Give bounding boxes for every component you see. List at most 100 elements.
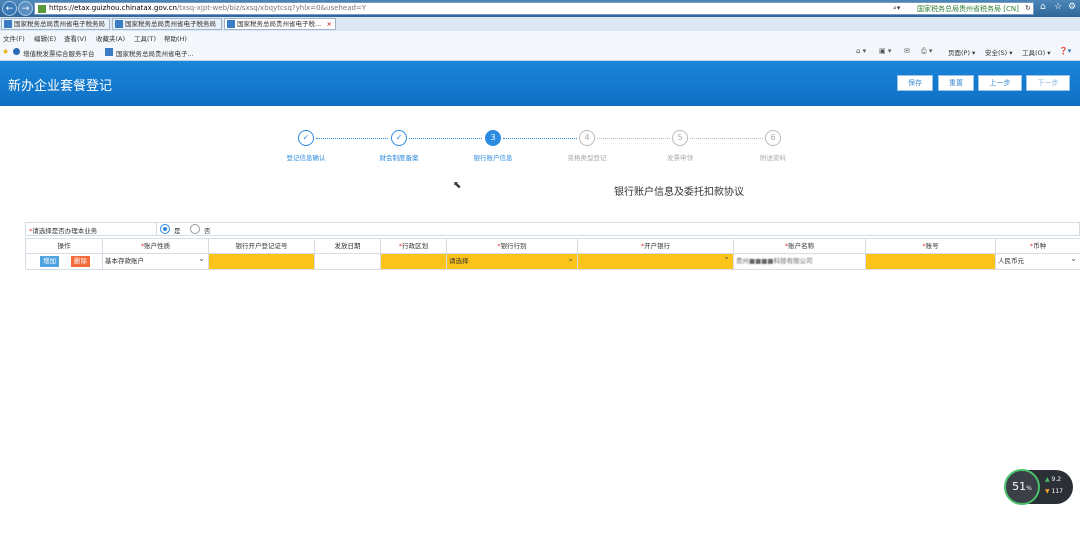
tab-1[interactable]: 国家税务总局贵州省电子税务局	[1, 18, 110, 30]
step-3-label: 银行账户信息	[473, 154, 513, 162]
radio-no-label: 否	[204, 227, 211, 235]
step-connector	[597, 138, 670, 139]
favorite-link-2[interactable]: 国家税务总局贵州省电子...	[116, 48, 194, 58]
opening-bank-select[interactable]	[578, 254, 734, 270]
section-title: 银行账户信息及委托扣款协议	[614, 187, 744, 198]
radio-yes[interactable]	[160, 224, 170, 234]
toolbar-safety[interactable]: 安全(S) ▾	[985, 47, 1013, 57]
step-2-label: 财会制度备案	[379, 154, 419, 162]
step-connector	[690, 138, 763, 139]
step-3-circle: 3	[485, 130, 501, 146]
mouse-cursor-icon: ⬉	[453, 180, 462, 191]
search-icon[interactable]: ⌕▾	[893, 4, 900, 13]
toolbar-tools[interactable]: 工具(O) ▾	[1022, 47, 1051, 57]
reset-button[interactable]: 重置	[938, 75, 974, 91]
refresh-icon[interactable]: ↻	[1025, 4, 1031, 12]
account-name-value: 贵州■■■■科技有限公司	[736, 257, 813, 265]
question-row: 请选择是否办理本业务 是 否	[25, 222, 1080, 236]
tax-site-icon	[105, 48, 113, 56]
tax-site-icon	[227, 20, 235, 28]
menu-favorites[interactable]: 收藏夹(A)	[96, 33, 125, 43]
invoice-platform-icon	[13, 48, 20, 55]
menu-help[interactable]: 帮助(H)	[164, 33, 187, 43]
step-1-check-icon: ✓	[298, 130, 314, 146]
col-header-opening-bank: 开户银行	[578, 239, 734, 254]
step-progress: ✓ ✓ 3 4 5 6 登记信息确认 财会制度备案 银行账户信息 资格类型登记 …	[0, 128, 1080, 168]
step-1-label: 登记信息确认	[286, 154, 326, 162]
page-icon	[38, 5, 46, 13]
site-identity[interactable]: 国家税务总局贵州省税务局 [CN]	[917, 4, 1019, 14]
settings-gear-icon[interactable]: ⚙	[1068, 2, 1076, 12]
help-icon[interactable]: ❓▾	[1059, 47, 1071, 55]
radio-no[interactable]	[190, 224, 200, 234]
page-title: 新办企业套餐登记	[8, 79, 113, 94]
url-input[interactable]: https://etax.guizhou.chinatax.gov.cn/txs…	[34, 2, 1034, 15]
tax-site-icon	[115, 20, 123, 28]
favorites-bar: ★ 增值税发票综合服务平台 国家税务总局贵州省电子... ⌂ ▾ ▣ ▾ ✉ ⎙…	[0, 44, 1080, 61]
save-button[interactable]: 保存	[897, 75, 933, 91]
memory-usage-circle[interactable]: 51%	[1004, 469, 1040, 505]
account-type-select[interactable]: 基本存款账户	[103, 254, 209, 270]
account-name-field[interactable]: 贵州■■■■科技有限公司	[734, 254, 866, 270]
currency-select[interactable]: 人民币元	[996, 254, 1080, 270]
bank-permit-no-input[interactable]	[209, 254, 315, 270]
forward-icon[interactable]: →	[18, 1, 33, 16]
issue-date-input[interactable]	[315, 254, 381, 270]
tab-3-active[interactable]: 国家税务总局贵州省电子税... ×	[224, 18, 336, 30]
menu-file[interactable]: 文件(F)	[3, 33, 25, 43]
col-header-issue-date: 发放日期	[315, 239, 381, 254]
favorites-star-icon[interactable]: ★	[2, 47, 9, 56]
add-row-button[interactable]: 增加	[40, 256, 59, 267]
menu-edit[interactable]: 编辑(E)	[34, 33, 56, 43]
close-tab-icon[interactable]: ×	[327, 19, 332, 29]
step-connector	[503, 138, 577, 139]
favorites-star-icon[interactable]: ☆	[1054, 2, 1062, 12]
home-icon[interactable]: ⌂	[1040, 2, 1046, 12]
menu-bar: 文件(F) 编辑(E) 查看(V) 收藏夹(A) 工具(T) 帮助(H)	[0, 31, 1080, 44]
step-connector	[409, 138, 482, 139]
region-input[interactable]	[381, 254, 447, 270]
toolbar-page[interactable]: 页面(P) ▾	[948, 47, 975, 57]
favorite-link-1[interactable]: 增值税发票综合服务平台	[23, 48, 95, 58]
col-header-currency: 币种	[996, 239, 1080, 254]
browser-tabs: 国家税务总局贵州省电子税务局 国家税务总局贵州省电子税务局 国家税务总局贵州省电…	[0, 17, 1080, 32]
menu-view[interactable]: 查看(V)	[64, 33, 87, 43]
step-5-label: 发票申领	[667, 154, 693, 162]
back-icon[interactable]: ←	[2, 1, 17, 16]
col-header-account-type: 账户性质	[103, 239, 209, 254]
col-header-region: 行政区划	[381, 239, 447, 254]
radio-yes-label: 是	[174, 227, 181, 235]
home-page-icon[interactable]: ⌂ ▾	[856, 47, 866, 55]
tab-2[interactable]: 国家税务总局贵州省电子税务局	[112, 18, 222, 30]
upload-speed: ▲ 9.2	[1045, 476, 1062, 483]
app-header: 新办企业套餐登记 保存 重置 上一步 下一步	[0, 61, 1080, 106]
bank-account-table: 操作 账户性质 银行开户登记证号 发放日期 行政区划 银行行别 开户银行 账户名…	[25, 238, 1080, 270]
tax-site-icon	[4, 20, 12, 28]
col-header-actions: 操作	[26, 239, 103, 254]
delete-row-button[interactable]: 删除	[71, 256, 90, 267]
mail-icon[interactable]: ✉	[904, 47, 910, 55]
bank-category-select[interactable]: 请选择	[447, 254, 578, 270]
col-header-bank-category: 银行行别	[447, 239, 578, 254]
step-connector	[316, 138, 388, 139]
prev-step-button[interactable]: 上一步	[978, 75, 1022, 91]
next-step-button[interactable]: 下一步	[1026, 75, 1070, 91]
menu-tools[interactable]: 工具(T)	[134, 33, 156, 43]
url-text: https://etax.guizhou.chinatax.gov.cn/txs…	[49, 4, 367, 12]
rss-feed-icon[interactable]: ▣ ▾	[879, 47, 891, 55]
col-header-account-no: 账号	[866, 239, 996, 254]
step-2-check-icon: ✓	[391, 130, 407, 146]
question-label: 请选择是否办理本业务	[29, 225, 97, 235]
step-4-circle: 4	[579, 130, 595, 146]
col-header-account-name: 账户名称	[734, 239, 866, 254]
account-no-input[interactable]	[866, 254, 996, 270]
step-6-circle: 6	[765, 130, 781, 146]
col-header-bank-permit-no: 银行开户登记证号	[209, 239, 315, 254]
step-6-label: 附送资料	[760, 154, 786, 162]
browser-address-bar: ← → https://etax.guizhou.chinatax.gov.cn…	[0, 0, 1080, 17]
print-icon[interactable]: ⎙ ▾	[921, 47, 932, 56]
step-5-circle: 5	[672, 130, 688, 146]
divider	[156, 223, 157, 235]
table-row-actions: 增加 删除	[26, 254, 103, 270]
step-4-label: 资格类型登记	[567, 154, 607, 162]
